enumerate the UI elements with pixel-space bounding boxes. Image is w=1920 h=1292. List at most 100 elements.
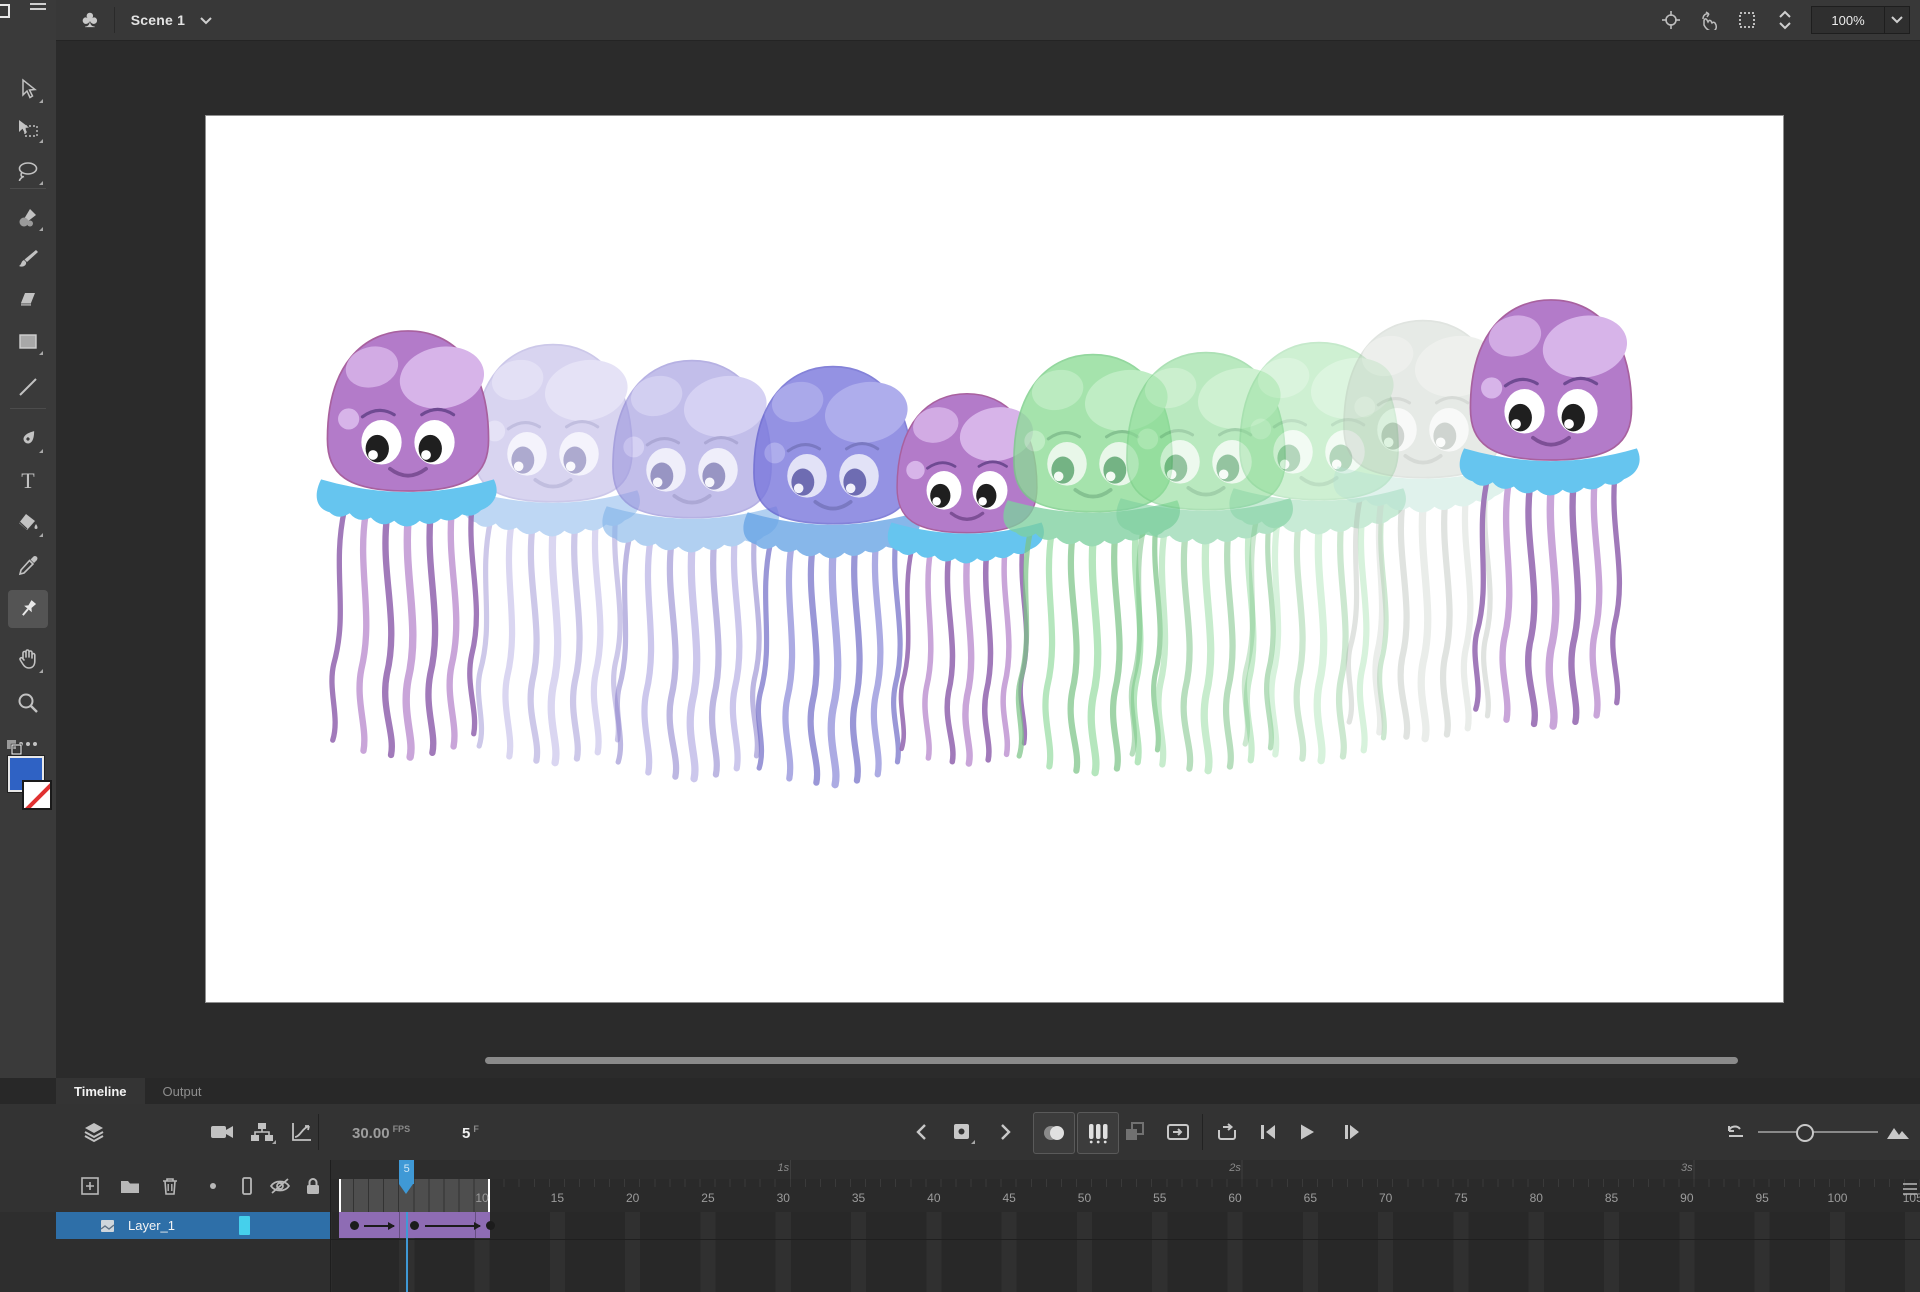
- new-layer-button[interactable]: [78, 1174, 102, 1198]
- step-back-button[interactable]: [1254, 1118, 1282, 1146]
- tab-output[interactable]: Output: [145, 1078, 220, 1104]
- onion-skin-outlines-button[interactable]: [1077, 1112, 1119, 1154]
- frame-area: 1s 2s 3s 10 15 20 25 30 35 40 45 50 55 60 65 70 75 80 85 9…: [330, 1160, 1920, 1292]
- zoom-level-value[interactable]: 100%: [1812, 13, 1884, 28]
- zoom-dropdown-chevron[interactable]: [1884, 7, 1909, 33]
- parenting-view-icon[interactable]: [248, 1118, 276, 1146]
- insert-keyframe-button[interactable]: [948, 1118, 976, 1146]
- onion-start-marker[interactable]: [339, 1179, 341, 1212]
- text-tool[interactable]: T: [8, 462, 48, 500]
- ruler-number: 75: [1454, 1191, 1468, 1205]
- eraser-tool[interactable]: [8, 280, 48, 318]
- new-folder-button[interactable]: [118, 1174, 142, 1198]
- zoom-tool[interactable]: [8, 684, 48, 722]
- timeline-zoom-slider[interactable]: [1758, 1131, 1878, 1133]
- ruler-number: 85: [1604, 1191, 1619, 1205]
- divider: [113, 7, 115, 33]
- scene-name[interactable]: Scene 1: [131, 12, 185, 28]
- tween-arrow-1: [364, 1222, 395, 1229]
- ruler-number: 95: [1755, 1191, 1769, 1205]
- step-forward-button[interactable]: [1338, 1118, 1366, 1146]
- keyframe-10-dot[interactable]: [485, 1221, 495, 1230]
- ruler-seconds-label: 3s: [1681, 1162, 1693, 1174]
- layer-highlight-swatch[interactable]: [239, 1216, 250, 1235]
- selection-tool[interactable]: [8, 70, 48, 108]
- fill-color-swatch[interactable]: [22, 780, 52, 810]
- jellyfish-ghost-f4: [743, 366, 920, 785]
- layers-panel-icon[interactable]: [80, 1118, 108, 1146]
- eyedropper-tool[interactable]: [8, 546, 48, 584]
- svg-text:T: T: [21, 469, 35, 493]
- layer-frames-row[interactable]: [331, 1212, 1920, 1240]
- previous-keyframe-button[interactable]: [908, 1118, 936, 1146]
- ruler-number: 70: [1378, 1191, 1393, 1205]
- fluid-brush-tool[interactable]: [8, 198, 48, 236]
- pasteboard: [56, 41, 1920, 1078]
- jellyfish-keyframe-1: [316, 330, 497, 758]
- outline-layers-toggle[interactable]: [235, 1174, 259, 1198]
- delete-layer-button[interactable]: [158, 1174, 182, 1198]
- loop-button[interactable]: [1213, 1118, 1241, 1146]
- ruler-number: 40: [927, 1191, 941, 1205]
- zoom-fit-icon[interactable]: [1884, 1118, 1912, 1146]
- pen-tool[interactable]: [8, 420, 48, 458]
- classic-tween-span[interactable]: [339, 1212, 495, 1238]
- stage-canvas[interactable]: [206, 116, 1783, 1002]
- toolbar-menu-icon[interactable]: [28, 0, 48, 12]
- classic-brush-tool[interactable]: [8, 240, 48, 278]
- insert-frame-button[interactable]: [1164, 1118, 1192, 1146]
- ruler-number: 80: [1529, 1191, 1543, 1205]
- keyframe-1-dot[interactable]: [350, 1221, 359, 1230]
- lock-layers-toggle[interactable]: [301, 1174, 325, 1198]
- seconds-ruler: 1s 2s 3s: [331, 1160, 1920, 1179]
- highlight-layers-toggle[interactable]: [201, 1174, 225, 1198]
- hand-tool[interactable]: [8, 640, 48, 678]
- show-hide-layers-toggle[interactable]: [268, 1174, 292, 1198]
- layers-pane: Layer_1: [0, 1160, 330, 1292]
- graph-editor-icon[interactable]: [288, 1118, 316, 1146]
- next-keyframe-button[interactable]: [991, 1118, 1019, 1146]
- ruler-number: 35: [851, 1191, 866, 1205]
- ruler-seconds-label: 1s: [777, 1162, 790, 1174]
- default-swap-icon[interactable]: [4, 737, 28, 757]
- timeline-panel: Timeline Output 30.00 FPS 5 F Layer_1 1s…: [0, 1078, 1920, 1292]
- line-tool[interactable]: [8, 368, 48, 406]
- ruler-number: 55: [1153, 1191, 1167, 1205]
- tools-panel: T: [0, 40, 56, 1078]
- clip-content-icon[interactable]: [1735, 8, 1759, 32]
- subselection-transform-tool[interactable]: [8, 110, 48, 148]
- panel-menu-icon[interactable]: [1902, 1182, 1918, 1196]
- horizontal-scrollbar[interactable]: [485, 1057, 1738, 1064]
- frame-ruler[interactable]: 10 15 20 25 30 35 40 45 50 55 60 65 70 75 80 85 90 95 100 1…: [331, 1179, 1920, 1212]
- scene-dropdown-chevron[interactable]: [199, 16, 213, 25]
- tab-timeline[interactable]: Timeline: [56, 1078, 145, 1104]
- current-frame-value[interactable]: 5 F: [462, 1124, 479, 1142]
- play-button[interactable]: [1293, 1118, 1321, 1146]
- rotate-stage-icon[interactable]: [1697, 8, 1721, 32]
- onion-skin-button[interactable]: [1033, 1112, 1075, 1154]
- rectangle-tool[interactable]: [8, 322, 48, 360]
- layer-row[interactable]: Layer_1: [56, 1212, 330, 1239]
- center-stage-icon[interactable]: [1659, 8, 1683, 32]
- onion-skin-range[interactable]: [339, 1179, 490, 1212]
- scene-clover-icon: ♣: [82, 6, 98, 33]
- camera-icon[interactable]: [208, 1118, 236, 1146]
- zoom-level-box[interactable]: 100%: [1811, 6, 1910, 34]
- timeline-zoom-knob[interactable]: [1796, 1124, 1814, 1142]
- paint-bucket-tool[interactable]: [8, 504, 48, 542]
- ruler-number: 15: [550, 1191, 565, 1205]
- edit-multiple-frames-button[interactable]: [1121, 1118, 1149, 1146]
- ruler-seconds-label: 2s: [1229, 1162, 1241, 1174]
- ruler-number: 25: [701, 1191, 715, 1205]
- ruler-number: 100: [1827, 1191, 1848, 1205]
- reset-timeline-zoom-button[interactable]: [1722, 1118, 1750, 1146]
- zoom-stepper-icon[interactable]: [1773, 8, 1797, 32]
- edit-bar: ♣ Scene 1 100%: [56, 0, 1920, 41]
- asset-warp-pin-tool[interactable]: [8, 590, 48, 628]
- jellyfish-ghost-f3: [602, 360, 779, 779]
- lasso-tool[interactable]: [8, 152, 48, 190]
- layer-name[interactable]: Layer_1: [128, 1218, 175, 1233]
- fps-value[interactable]: 30.00 FPS: [352, 1124, 410, 1142]
- playhead[interactable]: 5: [399, 1160, 415, 1212]
- keyframe-5-dot[interactable]: [410, 1221, 420, 1230]
